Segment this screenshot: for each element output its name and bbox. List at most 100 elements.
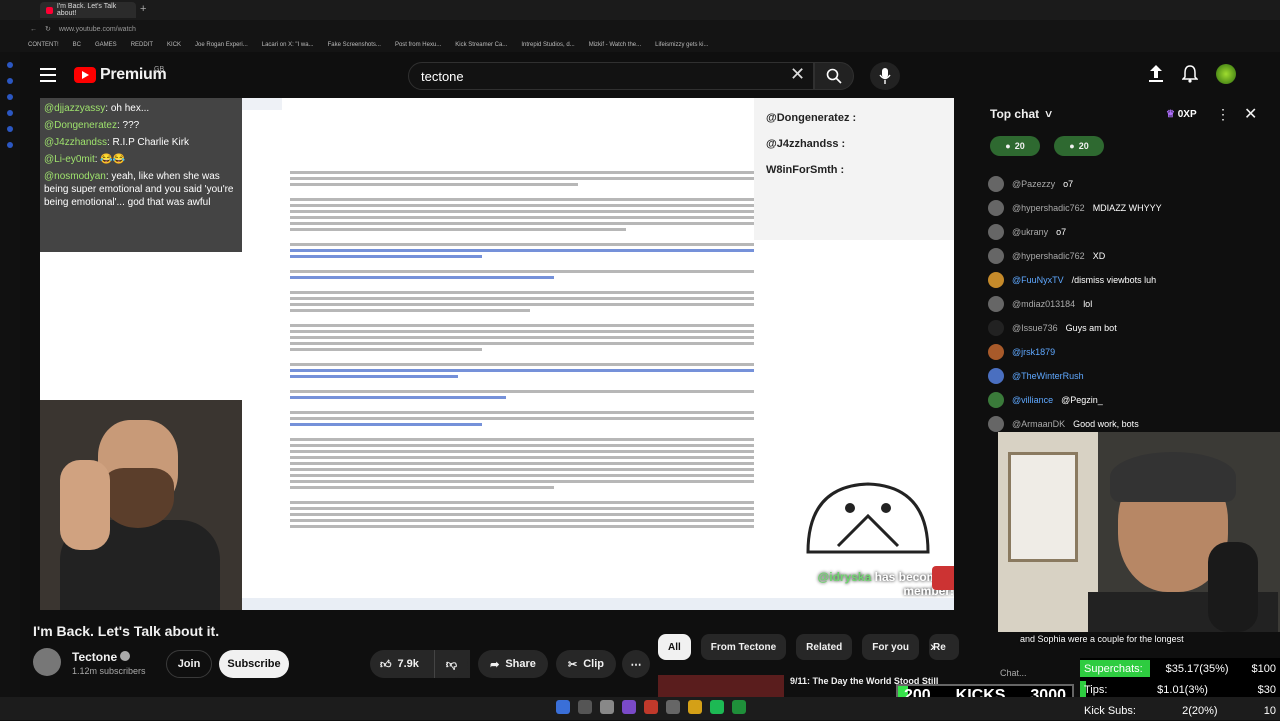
avatar[interactable] bbox=[988, 200, 1004, 216]
dislike-button[interactable]: 👎︎ bbox=[434, 650, 468, 678]
overlay-chat-user: @Li-ey0mit bbox=[44, 154, 95, 165]
bookmark-item[interactable]: REDDIT bbox=[131, 42, 153, 48]
bookmark-item[interactable]: Kick Streamer Ca... bbox=[455, 42, 507, 48]
chat-text: MDIAZZ WHYYY bbox=[1092, 203, 1162, 213]
close-icon[interactable]: ✕ bbox=[1244, 104, 1257, 124]
bookmark-item[interactable]: Lacari on X: "I wa... bbox=[262, 42, 314, 48]
share-button[interactable]: ➦ Share bbox=[478, 650, 548, 678]
chat-input[interactable]: Chat... bbox=[1000, 668, 1027, 678]
sidebar-app-icon[interactable] bbox=[7, 142, 13, 148]
xp-indicator[interactable]: ♕ 0XP bbox=[1166, 109, 1197, 120]
avatar[interactable] bbox=[988, 416, 1004, 432]
subscribe-button[interactable]: Subscribe bbox=[219, 650, 289, 678]
youtube-favicon-icon bbox=[46, 6, 53, 14]
chat-author[interactable]: @mdiaz013184 bbox=[1012, 299, 1075, 309]
video-player[interactable]: @djjazzyassy: oh hex... @Dongeneratez: ?… bbox=[40, 98, 954, 610]
join-button[interactable]: Join bbox=[166, 650, 212, 678]
avatar[interactable] bbox=[988, 344, 1004, 360]
search-button[interactable] bbox=[814, 62, 854, 90]
avatar[interactable] bbox=[988, 248, 1004, 264]
address-bar[interactable]: ← ↻ www.youtube.com/watch bbox=[0, 20, 1280, 38]
reload-icon[interactable]: ↻ bbox=[45, 25, 51, 33]
bookmark-item[interactable]: Mizkif - Watch the... bbox=[589, 42, 641, 48]
related-video-thumbnail[interactable] bbox=[658, 675, 784, 697]
voice-search-button[interactable] bbox=[870, 62, 900, 90]
bot-mascot-icon bbox=[806, 482, 930, 554]
microphone-icon bbox=[879, 68, 891, 84]
avatar[interactable] bbox=[988, 392, 1004, 408]
app-icon[interactable] bbox=[688, 700, 702, 714]
chat-author[interactable]: @Pazezzy bbox=[1012, 179, 1055, 189]
sidebar-app-icon[interactable] bbox=[7, 110, 13, 116]
new-tab-button[interactable]: + bbox=[140, 3, 146, 15]
chevron-right-icon[interactable]: › bbox=[930, 638, 935, 654]
chat-author[interactable]: @jrsk1879 bbox=[1012, 347, 1055, 357]
back-icon[interactable]: ← bbox=[30, 26, 37, 33]
app-icon[interactable] bbox=[600, 700, 614, 714]
channel-avatar[interactable] bbox=[33, 648, 61, 676]
avatar[interactable] bbox=[988, 296, 1004, 312]
upload-icon[interactable] bbox=[1148, 65, 1164, 83]
app-icon[interactable] bbox=[710, 700, 724, 714]
app-icon[interactable] bbox=[732, 700, 746, 714]
bookmark-item[interactable]: BC bbox=[73, 42, 81, 48]
url-text[interactable]: www.youtube.com/watch bbox=[59, 26, 136, 33]
chat-author[interactable]: @Issue736 bbox=[1012, 323, 1058, 333]
chat-author[interactable]: @FuuNyxTV bbox=[1012, 275, 1064, 285]
chat-badge[interactable]: ● 20 bbox=[1054, 136, 1104, 156]
chat-author[interactable]: @hypershadic762 bbox=[1012, 251, 1085, 261]
app-icon[interactable] bbox=[666, 700, 680, 714]
avatar[interactable] bbox=[988, 272, 1004, 288]
app-icon[interactable] bbox=[622, 700, 636, 714]
chip-from-tectone[interactable]: From Tectone bbox=[700, 634, 787, 660]
chat-author[interactable]: @ukrany bbox=[1012, 227, 1048, 237]
bookmark-item[interactable]: Post from Hexu... bbox=[395, 42, 441, 48]
chat-mode-dropdown[interactable]: Top chat ˅ bbox=[990, 107, 1052, 121]
chat-author[interactable]: @ArmaanDK bbox=[1012, 419, 1065, 429]
chip-related[interactable]: Related bbox=[796, 634, 853, 660]
clip-button[interactable]: ✂ Clip bbox=[556, 650, 616, 678]
avatar[interactable] bbox=[1216, 64, 1236, 84]
clear-search-icon[interactable]: ✕ bbox=[790, 64, 805, 85]
sidebar-app-icon[interactable] bbox=[7, 78, 13, 84]
chat-text: Good work, bots bbox=[1073, 419, 1139, 429]
avatar[interactable] bbox=[988, 368, 1004, 384]
bookmark-item[interactable]: Lifeismizzy gets ki... bbox=[655, 42, 708, 48]
chat-message: @jrsk1879 bbox=[988, 340, 1274, 364]
avatar[interactable] bbox=[988, 320, 1004, 336]
bookmark-item[interactable]: KICK bbox=[167, 42, 181, 48]
chip-all[interactable]: All bbox=[658, 634, 691, 660]
channel-name[interactable]: Tectone bbox=[72, 650, 117, 664]
windows-start-icon[interactable] bbox=[556, 700, 570, 714]
browser-tab[interactable]: I'm Back. Let's Talk about! bbox=[40, 2, 136, 18]
bookmark-item[interactable]: Intrepid Studios, d... bbox=[521, 42, 574, 48]
chat-author[interactable]: @TheWinterRush bbox=[1012, 371, 1084, 381]
goal-value: $1.01(3%) bbox=[1157, 683, 1208, 696]
bookmark-item[interactable]: GAMES bbox=[95, 42, 117, 48]
chat-more-icon[interactable]: ⋮ bbox=[1216, 106, 1230, 123]
bookmark-item[interactable]: Fake Screenshots... bbox=[328, 42, 381, 48]
chat-text: o7 bbox=[1063, 179, 1074, 189]
bookmark-item[interactable]: Joe Rogan Experi... bbox=[195, 42, 248, 48]
chat-author[interactable]: @villiance bbox=[1012, 395, 1053, 405]
avatar[interactable] bbox=[988, 224, 1004, 240]
youtube-logo[interactable]: Premium GB bbox=[74, 66, 167, 84]
chat-badge[interactable]: ● 20 bbox=[990, 136, 1040, 156]
avatar[interactable] bbox=[988, 176, 1004, 192]
sidebar-app-icon[interactable] bbox=[7, 62, 13, 68]
tab-title: I'm Back. Let's Talk about! bbox=[56, 3, 117, 17]
notifications-bell-icon[interactable] bbox=[1182, 65, 1198, 83]
search-icon[interactable] bbox=[578, 700, 592, 714]
app-icon[interactable] bbox=[644, 700, 658, 714]
chat-author[interactable]: @hypershadic762 bbox=[1012, 203, 1085, 213]
sidebar-app-icon[interactable] bbox=[7, 94, 13, 100]
menu-icon[interactable] bbox=[40, 68, 56, 82]
chip-for-you[interactable]: For you bbox=[862, 634, 919, 660]
search-input[interactable]: tectone bbox=[408, 62, 814, 90]
chat-message: @ukrany o7 bbox=[988, 220, 1274, 244]
sidebar-app-icon[interactable] bbox=[7, 126, 13, 132]
bookmark-item[interactable]: CONTENT! bbox=[28, 42, 59, 48]
more-actions-button[interactable]: ⋯ bbox=[622, 650, 650, 678]
member-user: @idryska bbox=[817, 570, 872, 584]
names-entry: @J4zzhandss : bbox=[766, 138, 846, 150]
